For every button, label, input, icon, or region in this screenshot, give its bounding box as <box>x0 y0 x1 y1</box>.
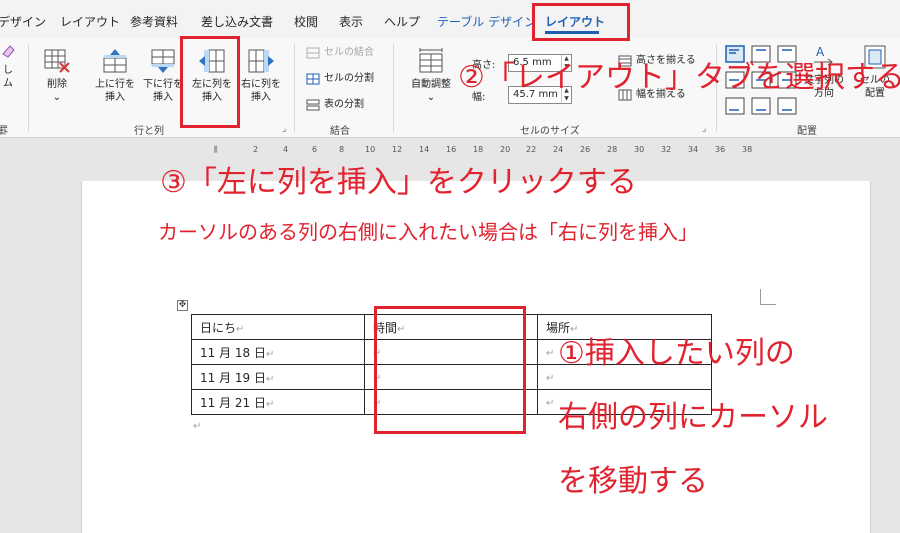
insert-column-right-button[interactable]: 右に列を 挿入 <box>238 48 284 104</box>
ruler-tick: 38 <box>742 145 753 154</box>
split-table-icon <box>306 99 320 110</box>
dialog-launcher-icon[interactable]: ⌟ <box>282 124 286 134</box>
table-cell[interactable]: 11 月 21 日↵ <box>191 389 365 415</box>
merge-cells-button[interactable]: セルの結合 <box>306 46 374 59</box>
split-cells-label: セルの分割 <box>324 73 374 84</box>
split-table-button[interactable]: 表の分割 <box>306 98 364 111</box>
annotation-note: カーソルのある列の右側に入れたい場合は「右に列を挿入」 <box>158 220 698 244</box>
ruler-tick: 22 <box>526 145 537 154</box>
autofit-icon <box>419 48 443 73</box>
split-cells-icon <box>306 73 320 84</box>
tab-references[interactable]: 参考資料 <box>130 13 178 30</box>
highlight-insert-left-button <box>180 36 240 128</box>
cell-mark: ↵ <box>265 398 275 410</box>
ruler-tick: 6 <box>312 145 318 154</box>
tab-view[interactable]: 表示 <box>339 13 363 30</box>
ruler-tick: 16 <box>446 145 457 154</box>
highlight-time-column <box>374 306 526 434</box>
cell-mark: ↵ <box>236 323 245 335</box>
insert-right-label-2: 挿入 <box>251 92 271 103</box>
insert-column-right-icon <box>248 49 274 73</box>
ruler-tick: 4 <box>283 145 289 154</box>
insert-row-above-button[interactable]: 上に行を 挿入 <box>92 48 138 104</box>
eraser-icon <box>2 45 15 58</box>
split-table-label: 表の分割 <box>324 99 364 110</box>
cell-text: 11 月 19 日 <box>200 370 266 385</box>
crop-mark <box>760 289 776 305</box>
insert-row-below-icon <box>151 49 175 73</box>
ruler-tick: 12 <box>392 145 403 154</box>
insert-below-label-1: 下に行を <box>143 79 183 90</box>
annotation-step3: ③「左に列を挿入」をクリックする <box>160 165 637 200</box>
insert-row-above-icon <box>103 49 127 73</box>
split-cells-button[interactable]: セルの分割 <box>306 72 374 85</box>
group-label-cell-size: セルのサイズ <box>520 126 580 137</box>
insert-above-label-2: 挿入 <box>105 92 125 103</box>
table-move-handle-icon[interactable]: ✥ <box>177 300 188 311</box>
delete-button[interactable]: 削除 ⌄ <box>36 48 78 104</box>
eraser-label-top: し <box>3 65 13 76</box>
group-label-draw: 罫 <box>0 126 8 137</box>
ruler-tick: 18 <box>473 145 484 154</box>
insert-right-label-1: 右に列を <box>241 79 281 90</box>
cell-mark: ↵ <box>546 398 555 409</box>
cell-text: 日にち <box>200 320 237 335</box>
table-cell[interactable]: 日にち↵ <box>191 314 365 340</box>
tab-mailings[interactable]: 差し込み文書 <box>201 13 273 30</box>
ruler-tick: 10 <box>365 145 376 154</box>
ruler-tick: 28 <box>607 145 618 154</box>
group-label-alignment: 配置 <box>797 126 817 137</box>
merge-cells-label: セルの結合 <box>324 47 374 58</box>
tab-layout[interactable]: レイアウト <box>60 13 120 30</box>
ruler-tick: 30 <box>634 145 645 154</box>
tab-review[interactable]: 校閲 <box>294 13 318 30</box>
group-label-rows-columns: 行と列 <box>134 126 164 137</box>
ruler-marker-icon: ⫼ <box>214 145 218 154</box>
ruler-tick: 20 <box>500 145 511 154</box>
cell-text: 11 月 21 日 <box>200 395 266 410</box>
paragraph-mark: ↵ <box>193 421 202 432</box>
delete-label: 削除 <box>47 79 67 90</box>
cell-mark: ↵ <box>265 348 275 360</box>
ruler-tick: 8 <box>339 145 345 154</box>
cell-mark: ↵ <box>546 348 555 359</box>
insert-below-label-2: 挿入 <box>153 92 173 103</box>
merge-cells-icon <box>306 47 320 58</box>
tab-design[interactable]: デザイン <box>0 13 46 30</box>
dialog-launcher-icon[interactable]: ⌟ <box>702 124 706 134</box>
ruler-tick: 36 <box>715 145 726 154</box>
cell-text: 11 月 18 日 <box>200 345 266 360</box>
ruler-tick: 24 <box>553 145 564 154</box>
chevron-down-icon: ⌄ <box>426 92 436 103</box>
chevron-down-icon: ⌄ <box>52 92 62 103</box>
tab-table-design[interactable]: テーブル デザイン <box>437 13 536 30</box>
ruler-tick: 34 <box>688 145 699 154</box>
annotation-step1-line3: を移動する <box>558 464 708 499</box>
ruler-tick: 26 <box>580 145 591 154</box>
eraser-label-bottom: ム <box>3 78 13 89</box>
autofit-label: 自動調整 <box>411 79 451 90</box>
ruler-tick: 2 <box>253 145 259 154</box>
cell-mark: ↵ <box>265 373 275 385</box>
cell-mark: ↵ <box>546 373 555 384</box>
ribbon-tab-bar: デザイン レイアウト 参考資料 差し込み文書 校閲 表示 ヘルプ テーブル デザ… <box>0 0 900 38</box>
annotation-step1-line1: ①挿入したい列の <box>558 336 795 371</box>
insert-above-label-1: 上に行を <box>95 79 135 90</box>
annotation-step1-line2: 右側の列にカーソル <box>558 400 828 435</box>
table-cell[interactable]: 11 月 19 日↵ <box>191 364 365 390</box>
eraser-button[interactable]: し ム <box>0 42 18 90</box>
group-label-merge: 結合 <box>330 126 350 137</box>
ruler-tick: 14 <box>419 145 430 154</box>
autofit-button[interactable]: 自動調整 ⌄ <box>402 48 460 104</box>
highlight-layout-tab <box>532 3 630 41</box>
table-delete-icon <box>44 49 70 73</box>
tab-help[interactable]: ヘルプ <box>384 13 420 30</box>
annotation-step2: ②「レイアウト」タブを選択する <box>458 60 900 95</box>
ruler-tick: 32 <box>661 145 672 154</box>
table-cell[interactable]: 11 月 18 日↵ <box>191 339 365 365</box>
